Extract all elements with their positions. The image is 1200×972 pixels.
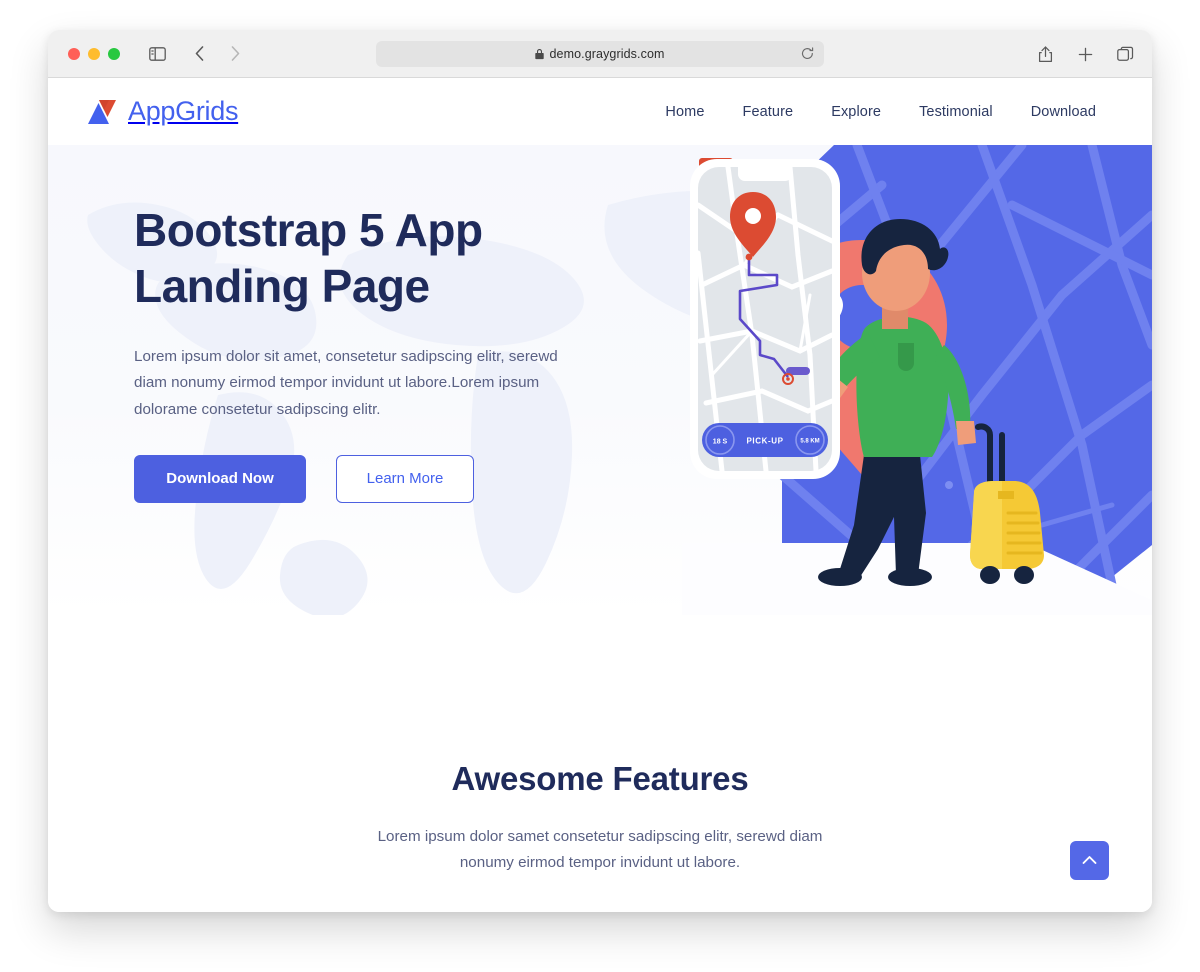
phone-mockup: 18 S PICK-UP 5.8 KM <box>690 159 840 479</box>
maximize-window-button[interactable] <box>108 47 120 60</box>
new-tab-icon[interactable] <box>1072 41 1098 67</box>
brand-name: AppGrids <box>128 96 239 126</box>
navigation-arrows <box>186 41 248 67</box>
phone-status-label: PICK-UP <box>746 437 783 446</box>
forward-icon[interactable] <box>222 41 248 67</box>
nav-item-home[interactable]: Home <box>646 96 723 128</box>
nav-item-testimonial[interactable]: Testimonial <box>900 96 1012 128</box>
browser-window: demo.graygrids.com AppGrids Home Feature… <box>48 30 1152 912</box>
url-text: demo.graygrids.com <box>549 47 665 61</box>
hero-illustration: 18 S PICK-UP 5.8 KM <box>682 145 1152 615</box>
window-controls <box>68 47 120 60</box>
minimize-window-button[interactable] <box>88 47 100 60</box>
download-now-button[interactable]: Download Now <box>134 454 306 503</box>
features-title: Awesome Features <box>451 760 749 797</box>
hero-button-group: Download Now Learn More <box>134 454 608 503</box>
nav-item-explore[interactable]: Explore <box>812 96 900 128</box>
browser-titlebar: demo.graygrids.com <box>48 30 1152 78</box>
phone-distance-badge: 5.8 KM <box>800 439 819 445</box>
sidebar-toggle-icon[interactable] <box>144 41 170 67</box>
hero-title-line-2: Landing Page <box>134 260 430 313</box>
chevron-up-icon <box>1082 853 1097 868</box>
close-window-button[interactable] <box>68 47 80 60</box>
features-subtitle: Lorem ipsum dolor samet consetetur sadip… <box>377 828 823 872</box>
share-icon[interactable] <box>1032 41 1058 67</box>
back-icon[interactable] <box>186 41 212 67</box>
webpage-viewport: AppGrids Home Feature Explore Testimonia… <box>48 78 1152 912</box>
brand-logo[interactable]: AppGrids <box>85 96 238 127</box>
appgrids-logo-icon <box>85 97 119 127</box>
nav-item-download[interactable]: Download <box>1012 96 1115 128</box>
hero-title: Bootstrap 5 App Landing Page <box>134 202 608 314</box>
features-section: Awesome Features Lorem ipsum dolor samet… <box>48 615 1152 876</box>
hero-content: Bootstrap 5 App Landing Page Lorem ipsum… <box>48 145 608 503</box>
learn-more-button[interactable]: Learn More <box>336 454 474 503</box>
tab-overview-icon[interactable] <box>1112 41 1138 67</box>
hero-paragraph: Lorem ipsum dolor sit amet, consetetur s… <box>134 348 558 418</box>
phone-duration-badge: 18 S <box>713 439 728 446</box>
back-to-top-button[interactable] <box>1070 841 1109 880</box>
hero-section: Bootstrap 5 App Landing Page Lorem ipsum… <box>48 145 1152 615</box>
nav-item-feature[interactable]: Feature <box>724 96 813 128</box>
titlebar-actions <box>1032 30 1138 78</box>
site-header: AppGrids Home Feature Explore Testimonia… <box>48 78 1152 145</box>
hero-title-line-1: Bootstrap 5 App <box>134 204 483 256</box>
reload-icon[interactable] <box>801 47 814 61</box>
main-navigation: Home Feature Explore Testimonial Downloa… <box>646 96 1115 128</box>
lock-icon <box>535 48 545 60</box>
address-bar[interactable]: demo.graygrids.com <box>376 41 824 67</box>
